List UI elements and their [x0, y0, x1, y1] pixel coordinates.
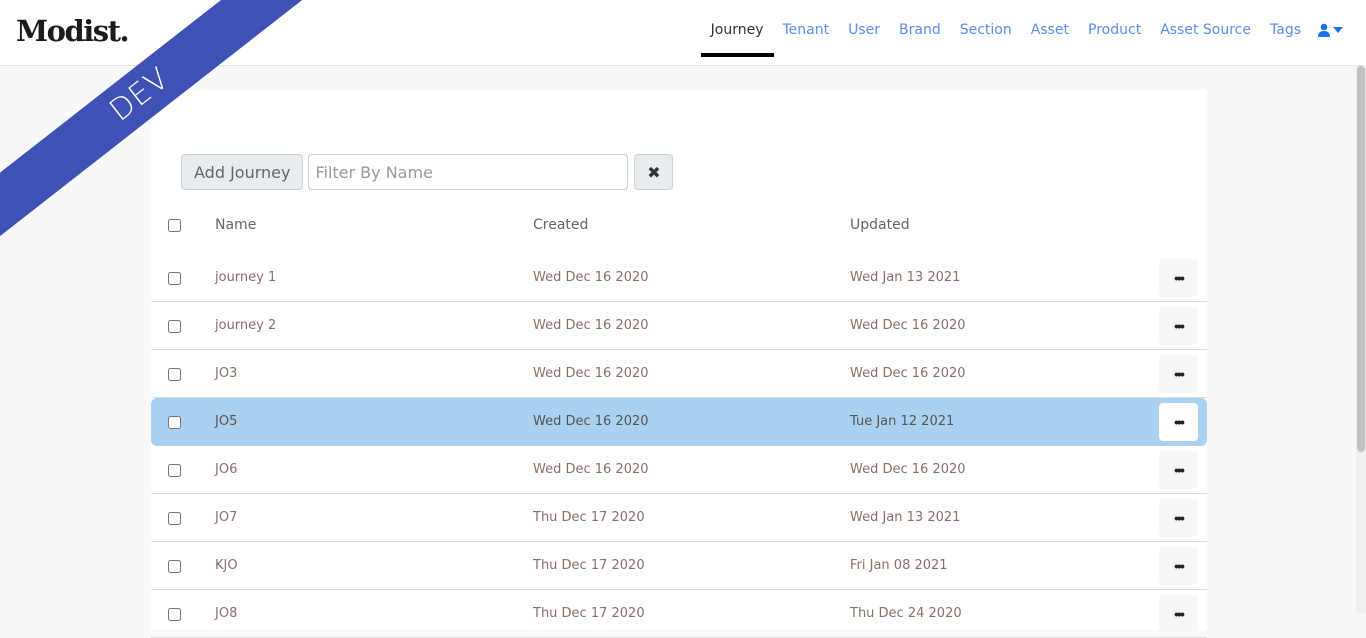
- row-name[interactable]: JO3: [215, 366, 237, 381]
- table-row[interactable]: JO7 Thu Dec 17 2020 Wed Jan 13 2021 •••: [151, 494, 1207, 542]
- ellipsis-icon: •••: [1174, 558, 1185, 574]
- row-updated: Wed Dec 16 2020: [850, 318, 966, 333]
- nav-user[interactable]: User: [848, 22, 880, 38]
- row-updated: Wed Dec 16 2020: [850, 366, 966, 381]
- row-name[interactable]: JO7: [215, 510, 237, 525]
- row-more-actions-button[interactable]: •••: [1159, 403, 1198, 441]
- clear-filter-button[interactable]: ✖: [634, 154, 674, 190]
- row-created: Wed Dec 16 2020: [533, 462, 649, 477]
- row-created: Wed Dec 16 2020: [533, 318, 649, 333]
- journey-table-body: journey 1 Wed Dec 16 2020 Wed Jan 13 202…: [151, 254, 1207, 638]
- scrollbar-thumb[interactable]: [1357, 66, 1365, 452]
- close-icon: ✖: [647, 162, 661, 182]
- journey-list-card: Add Journey ✖ Name Created Updated journ…: [151, 90, 1207, 638]
- table-row[interactable]: JO3 Wed Dec 16 2020 Wed Dec 16 2020 •••: [151, 350, 1207, 398]
- header-name[interactable]: Name: [215, 217, 256, 233]
- row-more-actions-button[interactable]: •••: [1159, 259, 1198, 297]
- row-more-actions-button[interactable]: •••: [1159, 451, 1198, 489]
- modist-logo[interactable]: Modist.: [16, 14, 130, 48]
- nav-section[interactable]: Section: [960, 22, 1012, 38]
- ellipsis-icon: •••: [1174, 366, 1185, 382]
- row-more-actions-button[interactable]: •••: [1159, 499, 1198, 537]
- row-name[interactable]: KJO: [215, 558, 238, 573]
- select-all-checkbox[interactable]: [168, 219, 181, 232]
- table-row[interactable]: KJO Thu Dec 17 2020 Fri Jan 08 2021 •••: [151, 542, 1207, 590]
- row-checkbox[interactable]: [168, 560, 181, 573]
- row-checkbox[interactable]: [168, 416, 181, 429]
- row-name[interactable]: journey 1: [215, 270, 276, 285]
- row-created: Thu Dec 17 2020: [533, 558, 645, 573]
- ellipsis-icon: •••: [1174, 462, 1185, 478]
- scrollbar[interactable]: [1356, 66, 1366, 613]
- ellipsis-icon: •••: [1174, 318, 1185, 334]
- row-name[interactable]: JO6: [215, 462, 237, 477]
- row-name[interactable]: JO8: [215, 606, 237, 621]
- row-created: Thu Dec 17 2020: [533, 606, 645, 621]
- row-checkbox[interactable]: [168, 464, 181, 477]
- row-updated: Thu Dec 24 2020: [850, 606, 962, 621]
- ellipsis-icon: •••: [1174, 510, 1185, 526]
- row-checkbox[interactable]: [168, 512, 181, 525]
- nav-asset[interactable]: Asset: [1031, 22, 1069, 38]
- ellipsis-icon: •••: [1174, 606, 1185, 622]
- nav-asset-source[interactable]: Asset Source: [1160, 22, 1251, 38]
- table-row[interactable]: JO5 Wed Dec 16 2020 Tue Jan 12 2021 •••: [151, 398, 1207, 446]
- main-nav: Journey Tenant User Brand Section Asset …: [692, 18, 1344, 57]
- row-more-actions-button[interactable]: •••: [1159, 307, 1198, 345]
- header-updated[interactable]: Updated: [850, 217, 910, 233]
- ellipsis-icon: •••: [1174, 270, 1185, 286]
- row-checkbox[interactable]: [168, 320, 181, 333]
- table-header: Name Created Updated: [151, 214, 1207, 238]
- row-checkbox[interactable]: [168, 272, 181, 285]
- add-journey-button[interactable]: Add Journey: [181, 154, 304, 190]
- filter-by-name-input[interactable]: [308, 154, 629, 190]
- row-created: Wed Dec 16 2020: [533, 414, 649, 429]
- caret-down-icon: [1333, 27, 1343, 33]
- toolbar: Add Journey ✖: [181, 154, 674, 190]
- table-row[interactable]: JO8 Thu Dec 17 2020 Thu Dec 24 2020 •••: [151, 590, 1207, 638]
- row-name[interactable]: JO5: [215, 414, 237, 429]
- row-updated: Wed Jan 13 2021: [850, 270, 961, 285]
- nav-brand[interactable]: Brand: [899, 22, 941, 38]
- nav-journey[interactable]: Journey: [700, 22, 774, 57]
- row-updated: Wed Jan 13 2021: [850, 510, 961, 525]
- table-row[interactable]: JO6 Wed Dec 16 2020 Wed Dec 16 2020 •••: [151, 446, 1207, 494]
- header-created[interactable]: Created: [533, 217, 588, 233]
- ellipsis-icon: •••: [1174, 414, 1185, 430]
- user-menu[interactable]: [1318, 23, 1344, 37]
- row-checkbox[interactable]: [168, 608, 181, 621]
- row-created: Wed Dec 16 2020: [533, 270, 649, 285]
- row-updated: Wed Dec 16 2020: [850, 462, 966, 477]
- table-row[interactable]: journey 2 Wed Dec 16 2020 Wed Dec 16 202…: [151, 302, 1207, 350]
- row-created: Thu Dec 17 2020: [533, 510, 645, 525]
- user-icon: [1318, 23, 1330, 37]
- row-more-actions-button[interactable]: •••: [1159, 355, 1198, 393]
- nav-tenant[interactable]: Tenant: [783, 22, 830, 38]
- row-checkbox[interactable]: [168, 368, 181, 381]
- row-name[interactable]: journey 2: [215, 318, 276, 333]
- nav-product[interactable]: Product: [1088, 22, 1141, 38]
- nav-tags[interactable]: Tags: [1270, 22, 1301, 38]
- row-updated: Fri Jan 08 2021: [850, 558, 948, 573]
- table-row[interactable]: journey 1 Wed Dec 16 2020 Wed Jan 13 202…: [151, 254, 1207, 302]
- row-updated: Tue Jan 12 2021: [850, 414, 955, 429]
- row-created: Wed Dec 16 2020: [533, 366, 649, 381]
- row-more-actions-button[interactable]: •••: [1159, 595, 1198, 633]
- row-more-actions-button[interactable]: •••: [1159, 547, 1198, 585]
